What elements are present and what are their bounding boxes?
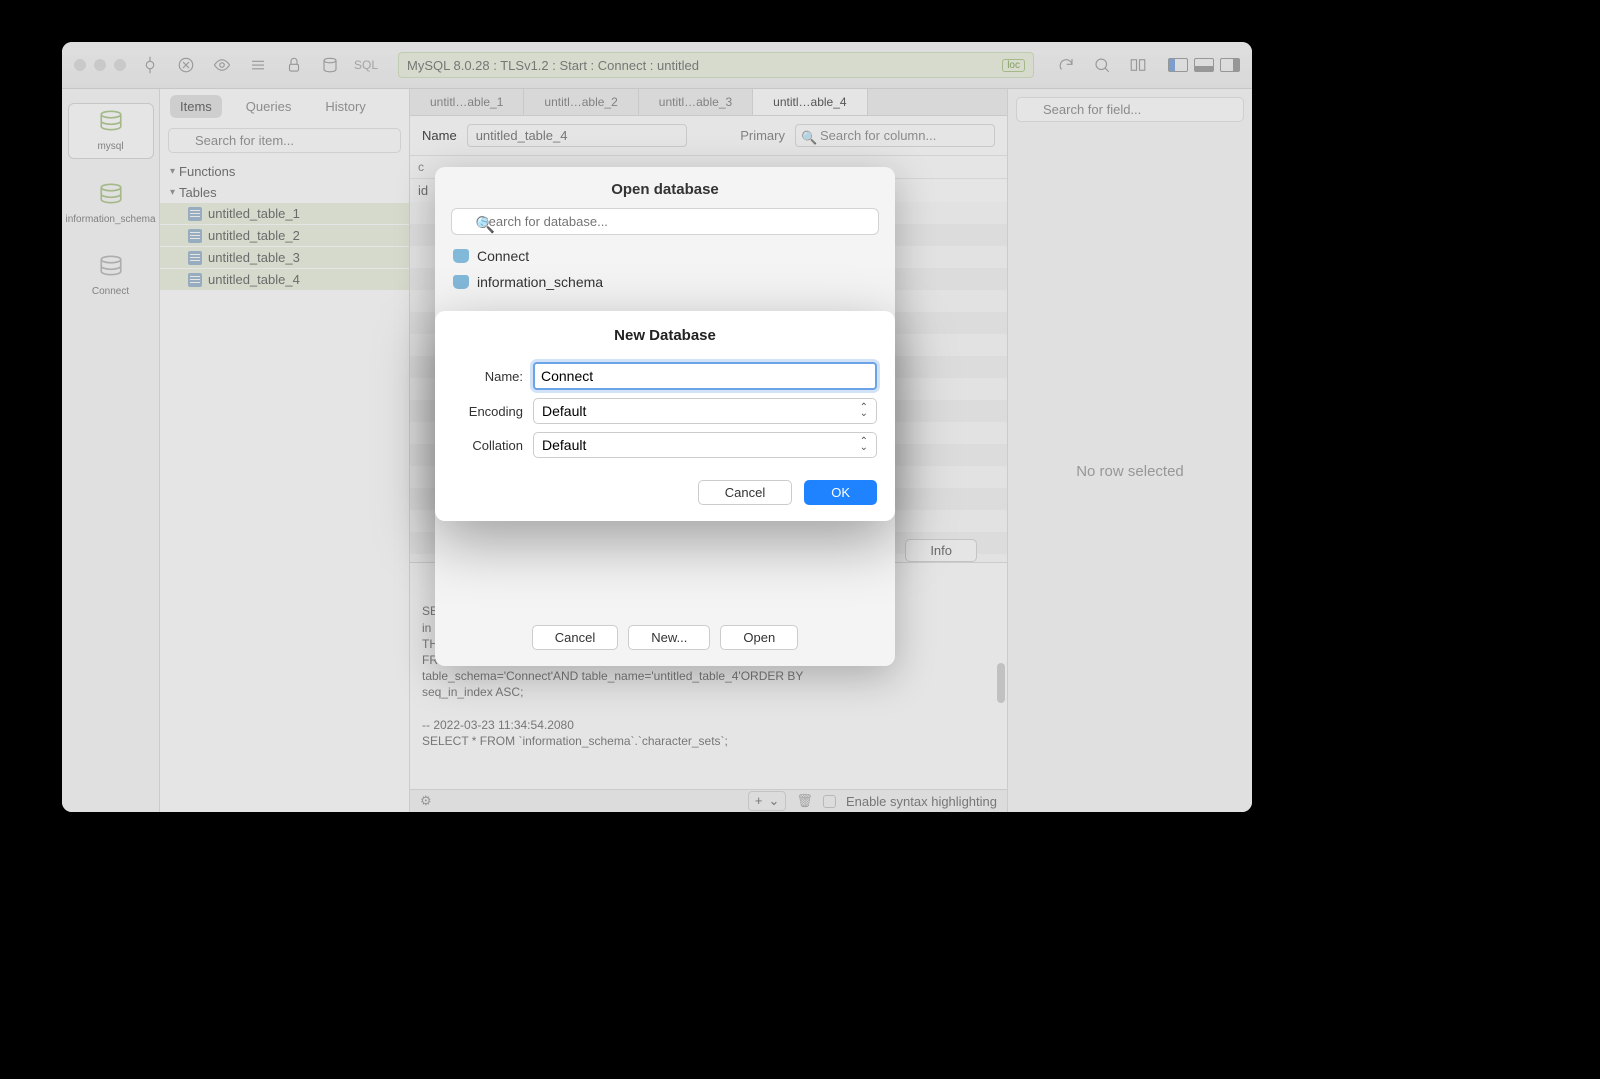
- window-controls[interactable]: [74, 59, 126, 71]
- trash-icon[interactable]: 🗑: [796, 793, 813, 809]
- database-icon: [453, 275, 469, 289]
- column-header: c: [410, 156, 432, 178]
- sidebar-db-information-schema[interactable]: information_schema: [68, 177, 154, 231]
- encoding-select[interactable]: Default⌃⌄: [533, 398, 877, 424]
- new-button[interactable]: New...: [628, 625, 710, 650]
- refresh-icon[interactable]: [1054, 53, 1078, 77]
- gear-icon[interactable]: ⚙: [420, 793, 432, 809]
- cancel-icon[interactable]: [174, 53, 198, 77]
- info-button[interactable]: Info: [905, 539, 977, 562]
- add-dropdown[interactable]: +⌄: [748, 791, 787, 811]
- new-database-modal: New Database Name: Encoding Default⌃⌄ Co…: [435, 311, 895, 521]
- syntax-checkbox[interactable]: [823, 795, 836, 808]
- table-icon: [188, 207, 202, 221]
- database-sidebar: mysql information_schema Connect: [62, 89, 160, 812]
- cancel-button[interactable]: Cancel: [532, 625, 618, 650]
- search-icon: 🔍: [801, 130, 817, 146]
- sidebar-db-label: information_schema: [65, 214, 155, 225]
- chevron-updown-icon: ⌃⌄: [860, 439, 868, 451]
- name-label: Name:: [453, 369, 523, 384]
- modal-title: Open database: [435, 167, 895, 208]
- footer-bar: ⚙ +⌄ 🗑 Enable syntax highlighting: [410, 789, 1007, 812]
- database-icon: [453, 249, 469, 263]
- database-search-input[interactable]: [451, 208, 879, 235]
- sidebar-db-connect[interactable]: Connect: [68, 249, 154, 303]
- name-label: Name: [422, 128, 457, 143]
- table-icon: [188, 251, 202, 265]
- table-row[interactable]: untitled_table_3: [160, 247, 409, 269]
- collation-label: Collation: [453, 438, 523, 453]
- field-search-input[interactable]: [1016, 97, 1244, 122]
- tree-section-functions[interactable]: Functions: [160, 161, 409, 182]
- bottom-panel-toggle-icon[interactable]: [1194, 58, 1214, 72]
- open-button[interactable]: Open: [720, 625, 798, 650]
- commit-icon[interactable]: [138, 53, 162, 77]
- no-row-message: No row selected: [1008, 130, 1252, 812]
- syntax-label: Enable syntax highlighting: [846, 794, 997, 809]
- sidebar-db-label: mysql: [97, 141, 123, 152]
- column-search-input[interactable]: [795, 124, 995, 147]
- table-row[interactable]: untitled_table_1: [160, 203, 409, 225]
- doc-tab[interactable]: untitl…able_2: [524, 89, 638, 115]
- connection-breadcrumb[interactable]: MySQL 8.0.28 : TLSv1.2 : Start : Connect…: [398, 52, 1034, 78]
- search-icon[interactable]: [1090, 53, 1114, 77]
- doc-tab[interactable]: untitl…able_3: [639, 89, 753, 115]
- titlebar: SQL MySQL 8.0.28 : TLSv1.2 : Start : Con…: [62, 42, 1252, 89]
- chevron-updown-icon: ⌃⌄: [860, 405, 868, 417]
- collation-select[interactable]: Default⌃⌄: [533, 432, 877, 458]
- breadcrumb-text: MySQL 8.0.28 : TLSv1.2 : Start : Connect…: [407, 58, 699, 73]
- tree-section-tables[interactable]: Tables: [160, 182, 409, 203]
- tab-items[interactable]: Items: [170, 95, 222, 118]
- tab-queries[interactable]: Queries: [236, 95, 302, 118]
- table-row[interactable]: untitled_table_4: [160, 269, 409, 291]
- table-icon: [188, 273, 202, 287]
- panel-toggles[interactable]: [1168, 58, 1240, 72]
- table-icon: [188, 229, 202, 243]
- items-tabs: Items Queries History: [160, 89, 409, 124]
- database-list-item[interactable]: Connect: [443, 243, 887, 269]
- database-name-input[interactable]: [533, 362, 877, 390]
- tab-history[interactable]: History: [315, 95, 375, 118]
- ok-button[interactable]: OK: [804, 480, 877, 505]
- modal-buttons: Cancel New... Open: [435, 615, 895, 650]
- left-panel-toggle-icon[interactable]: [1168, 58, 1188, 72]
- sql-label: SQL: [354, 58, 378, 72]
- items-tree: Functions Tables untitled_table_1 untitl…: [160, 157, 409, 295]
- lock-icon[interactable]: [282, 53, 306, 77]
- doc-tab[interactable]: untitl…able_4: [753, 89, 867, 115]
- primary-label: Primary: [740, 128, 785, 143]
- sidebar-db-mysql[interactable]: mysql: [68, 103, 154, 159]
- columns-icon[interactable]: [1126, 53, 1150, 77]
- sidebar-db-label: Connect: [92, 286, 129, 297]
- item-search-input[interactable]: [168, 128, 401, 153]
- loc-badge: loc: [1002, 59, 1025, 72]
- table-row[interactable]: untitled_table_2: [160, 225, 409, 247]
- scrollbar-thumb[interactable]: [997, 663, 1005, 703]
- table-name-bar: Name Primary 🔍: [410, 116, 1007, 156]
- list-icon[interactable]: [246, 53, 270, 77]
- search-icon: 🔍: [475, 215, 495, 235]
- inspector-panel: 🔍 No row selected: [1007, 89, 1252, 812]
- doc-tab[interactable]: untitl…able_1: [410, 89, 524, 115]
- database-list-item[interactable]: information_schema: [443, 269, 887, 295]
- document-tabs: untitl…able_1 untitl…able_2 untitl…able_…: [410, 89, 1007, 116]
- modal-buttons: Cancel OK: [435, 462, 895, 505]
- database-icon[interactable]: [318, 53, 342, 77]
- modal-title: New Database: [435, 311, 895, 358]
- items-panel: Items Queries History 🔍 Functions Tables…: [160, 89, 410, 812]
- encoding-label: Encoding: [453, 404, 523, 419]
- eye-icon[interactable]: [210, 53, 234, 77]
- cancel-button[interactable]: Cancel: [698, 480, 792, 505]
- table-name-input[interactable]: [467, 124, 687, 147]
- database-list: Connect information_schema: [443, 243, 887, 295]
- right-panel-toggle-icon[interactable]: [1220, 58, 1240, 72]
